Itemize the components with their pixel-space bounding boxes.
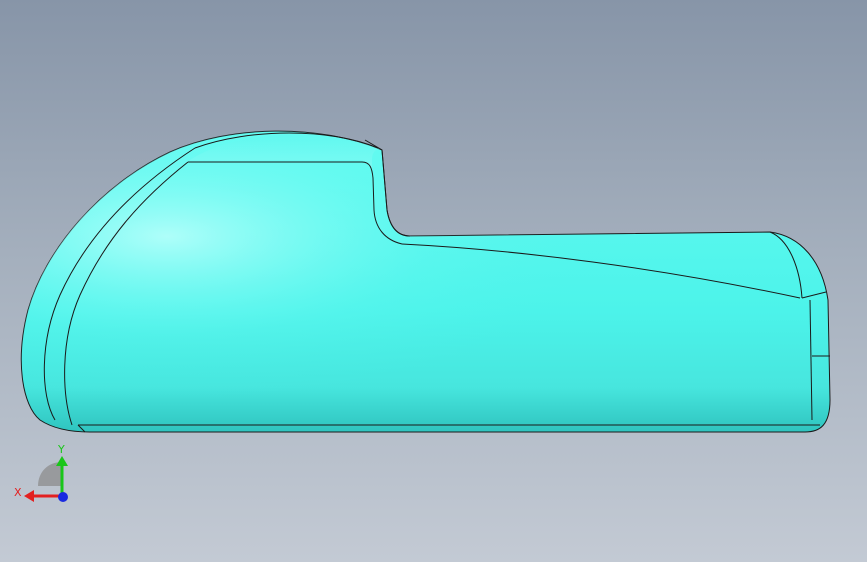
y-axis-label: Y: [57, 443, 65, 456]
body-highlight: [21, 131, 830, 433]
part-model[interactable]: [0, 0, 867, 562]
y-axis-arrow-icon: [56, 456, 68, 466]
graphics-viewport[interactable]: Y X: [0, 0, 867, 562]
z-axis-dot-icon: [58, 492, 68, 502]
coordinate-triad: Y X: [14, 443, 68, 502]
x-axis-label: X: [14, 486, 22, 499]
x-axis-arrow-icon: [24, 490, 34, 502]
